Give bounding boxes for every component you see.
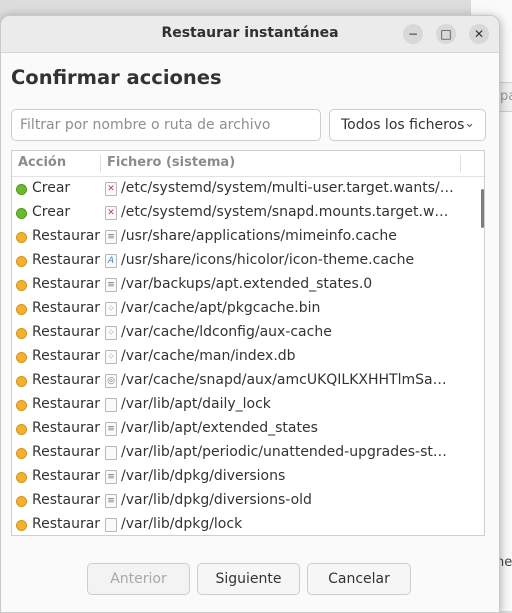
row-action: Crear xyxy=(32,180,71,196)
row-file-path: /var/lib/apt/daily_lock xyxy=(121,396,271,412)
restore-status-icon xyxy=(16,424,27,435)
row-file-path: /var/cache/apt/pkgcache.bin xyxy=(121,300,321,316)
row-file-path: /var/lib/dpkg/lock xyxy=(121,516,243,532)
chevron-down-icon: ⌄ xyxy=(464,116,475,131)
restore-status-icon xyxy=(16,472,27,483)
row-file-path: /var/cache/man/index.db xyxy=(121,348,296,364)
create-status-icon xyxy=(16,208,27,219)
restore-status-icon xyxy=(16,376,27,387)
row-action: Restaurar xyxy=(32,372,101,388)
row-file-path: /etc/systemd/system/snapd.mounts.target.… xyxy=(121,204,455,220)
next-button[interactable]: Siguiente xyxy=(197,563,300,595)
row-file-path: /var/lib/apt/periodic/unattended-upgrade… xyxy=(121,444,455,460)
restore-status-icon xyxy=(16,328,27,339)
scope-dropdown-label: Todos los ficheros xyxy=(341,117,465,133)
table-row[interactable]: Restaurar ≡ /var/lib/apt/extended_states xyxy=(12,417,484,441)
actions-table: Acción Fichero (sistema) Crear ✕ /etc/syst… xyxy=(11,150,485,536)
table-body: Crear ✕ /etc/systemd/system/multi-user.tar… xyxy=(12,177,484,535)
row-file-path: /usr/share/applications/mimeinfo.cache xyxy=(121,228,397,244)
row-action: Restaurar xyxy=(32,444,101,460)
restore-status-icon xyxy=(16,496,27,507)
create-status-icon xyxy=(16,184,27,195)
scope-dropdown[interactable]: Todos los ficheros ⌄ xyxy=(329,109,486,141)
broken-file-icon: ✕ xyxy=(105,182,117,196)
row-action: Restaurar xyxy=(32,348,101,364)
row-action: Restaurar xyxy=(32,492,101,508)
restore-status-icon xyxy=(16,352,27,363)
table-row[interactable]: Restaurar ≡ /var/lib/dpkg/diversions xyxy=(12,465,484,489)
disc-file-icon: ◎ xyxy=(105,374,117,388)
table-row[interactable]: Restaurar ⁘ /var/cache/man/index.db xyxy=(12,345,484,369)
restore-status-icon xyxy=(16,520,27,531)
row-file-path: /var/cache/snapd/aux/amcUKQILKXHHTlmSa7N… xyxy=(121,372,455,388)
blank-file-icon xyxy=(105,446,117,460)
table-row[interactable]: Restaurar A/usr/share/icons/hicolor/icon-… xyxy=(12,249,484,273)
table-row[interactable]: Crear ✕ /etc/systemd/system/snapd.mounts.t… xyxy=(12,201,484,225)
table-header: Acción Fichero (sistema) xyxy=(12,151,484,177)
table-row[interactable]: Restaurar/var/lib/apt/daily_lock xyxy=(12,393,484,417)
window-title: Restaurar instantánea xyxy=(161,25,339,41)
restore-snapshot-dialog: Restaurar instantánea − □ ✕ Confirmar ac… xyxy=(0,15,500,613)
row-action: Restaurar xyxy=(32,396,101,412)
filter-input[interactable]: Filtrar por nombre o ruta de archivo xyxy=(11,109,321,141)
table-row[interactable]: Restaurar/var/lib/dpkg/lock xyxy=(12,513,484,535)
blank-file-icon xyxy=(105,398,117,412)
table-row[interactable]: Restaurar ≡ /var/backups/apt.extended_stat… xyxy=(12,273,484,297)
title-bar[interactable]: Restaurar instantánea − □ ✕ xyxy=(1,16,499,53)
row-file-path: /var/lib/dpkg/diversions xyxy=(121,468,286,484)
binary-file-icon: ⁘ xyxy=(105,326,117,340)
row-action: Restaurar xyxy=(32,516,101,532)
restore-status-icon xyxy=(16,304,27,315)
binary-file-icon: ⁘ xyxy=(105,350,117,364)
row-action: Restaurar xyxy=(32,228,101,244)
table-row[interactable]: Restaurar ⁘ /var/cache/apt/pkgcache.bin xyxy=(12,297,484,321)
table-row[interactable]: Restaurar/var/lib/apt/periodic/unattende… xyxy=(12,441,484,465)
row-action: Restaurar xyxy=(32,468,101,484)
table-row[interactable]: Restaurar ≡ /usr/share/applications/mimein… xyxy=(12,225,484,249)
row-file-path: /var/cache/ldconfig/aux-cache xyxy=(121,324,332,340)
binary-file-icon: ⁘ xyxy=(105,302,117,316)
row-action: Restaurar xyxy=(32,324,101,340)
page-heading: Confirmar acciones xyxy=(11,66,222,89)
column-separator xyxy=(460,155,461,172)
cancel-button[interactable]: Cancelar xyxy=(307,563,411,595)
row-action: Restaurar xyxy=(32,252,101,268)
row-file-path: /var/lib/apt/extended_states xyxy=(121,420,318,436)
text-file-icon: ≡ xyxy=(105,494,117,508)
row-action: Restaurar xyxy=(32,420,101,436)
restore-status-icon xyxy=(16,280,27,291)
row-file-path: /var/lib/dpkg/diversions-old xyxy=(121,492,312,508)
broken-file-icon: ✕ xyxy=(105,206,117,220)
row-action: Restaurar xyxy=(32,276,101,292)
table-row[interactable]: Crear ✕ /etc/systemd/system/multi-user.tar… xyxy=(12,177,484,201)
font-file-icon: A xyxy=(105,254,117,268)
restore-status-icon xyxy=(16,400,27,411)
close-button[interactable]: ✕ xyxy=(469,24,489,44)
row-file-path: /var/backups/apt.extended_states.0 xyxy=(121,276,373,292)
table-row[interactable]: Restaurar ≡ /var/lib/dpkg/diversions-old xyxy=(12,489,484,513)
column-header-file[interactable]: Fichero (sistema) xyxy=(107,155,235,170)
text-file-icon: ≡ xyxy=(105,470,117,484)
maximize-button[interactable]: □ xyxy=(436,24,456,44)
row-action: Restaurar xyxy=(32,300,101,316)
restore-status-icon xyxy=(16,232,27,243)
minimize-button[interactable]: − xyxy=(403,24,423,44)
text-file-icon: ≡ xyxy=(105,230,117,244)
blank-file-icon xyxy=(105,518,117,532)
column-separator xyxy=(100,155,101,172)
row-file-path: /usr/share/icons/hicolor/icon-theme.cach… xyxy=(121,252,415,268)
restore-status-icon xyxy=(16,256,27,267)
row-action: Crear xyxy=(32,204,71,220)
restore-status-icon xyxy=(16,448,27,459)
text-file-icon: ≡ xyxy=(105,278,117,292)
row-file-path: /etc/systemd/system/multi-user.target.wa… xyxy=(121,180,455,196)
column-header-action[interactable]: Acción xyxy=(18,155,66,170)
text-file-icon: ≡ xyxy=(105,422,117,436)
vertical-scrollbar[interactable] xyxy=(481,189,484,228)
table-row[interactable]: Restaurar ⁘ /var/cache/ldconfig/aux-cache xyxy=(12,321,484,345)
previous-button[interactable]: Anterior xyxy=(87,563,190,595)
table-row[interactable]: Restaurar ◎ /var/cache/snapd/aux/amcUKQILK… xyxy=(12,369,484,393)
